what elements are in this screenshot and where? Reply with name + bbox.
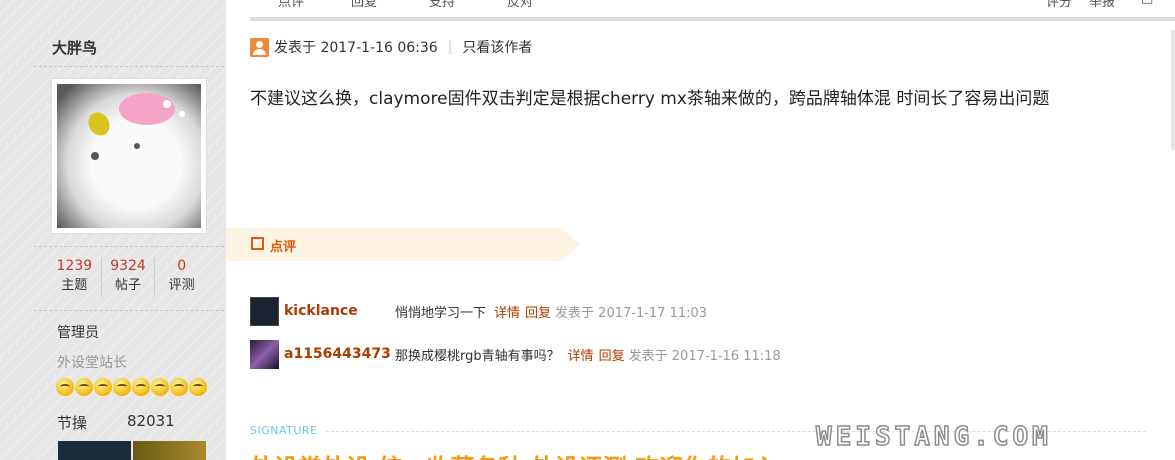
divider bbox=[34, 246, 224, 247]
comment-item: a1156443473 那换成樱桃rgb青轴有事吗？ 详情 回复 发表于 201… bbox=[250, 339, 1150, 369]
divider bbox=[34, 66, 224, 67]
rank-face-icon bbox=[94, 378, 112, 396]
divider bbox=[34, 310, 224, 311]
rank-face-icon bbox=[75, 378, 93, 396]
signature-text[interactable]: 外设堂外设 统一收藏各种 外设评测 欢迎你的加入 bbox=[250, 448, 779, 460]
rank-face-icon bbox=[170, 378, 188, 396]
dianzan-button[interactable]: 点评 bbox=[278, 0, 304, 10]
post-meta: 发表于 2017-1-16 06:36 | 只看该作者 bbox=[250, 37, 532, 57]
stat-value: 0 bbox=[177, 258, 187, 274]
avatar-image bbox=[57, 84, 201, 228]
author-sidebar: 大胖鸟 1239 主题 9324 帖子 0 评测 管理员 外设堂站长 节操 82… bbox=[0, 0, 226, 460]
comment-reply-link[interactable]: 回复 bbox=[599, 345, 625, 364]
comment-box-icon bbox=[251, 237, 264, 250]
stat-reviews[interactable]: 0 评测 bbox=[155, 257, 208, 297]
comment-text: 悄悄地学习一下 bbox=[395, 305, 487, 321]
rank-face-icon bbox=[189, 378, 207, 396]
post-content: 不建议这么换，claymore固件双击判定是根据cherry mx茶轴来做的，跨… bbox=[250, 89, 1050, 109]
rank-face-icon bbox=[151, 378, 169, 396]
rank-face-icon bbox=[113, 378, 131, 396]
author-subrole: 外设堂站长 bbox=[57, 355, 127, 371]
comment-time: 发表于 2017-1-17 11:03 bbox=[555, 305, 708, 321]
author-avatar[interactable] bbox=[51, 78, 207, 234]
comment-avatar[interactable] bbox=[250, 296, 279, 326]
oppose-button[interactable]: 反对 bbox=[507, 0, 533, 10]
comment-user[interactable]: a1156443473 bbox=[284, 346, 395, 362]
report-button[interactable]: 举报 bbox=[1089, 0, 1115, 10]
dianping-label: 点评 bbox=[270, 240, 297, 255]
stat-topics[interactable]: 1239 主题 bbox=[48, 257, 102, 297]
rank-icons bbox=[56, 378, 207, 396]
rank-face-icon bbox=[56, 378, 74, 396]
comment-time: 发表于 2017-1-16 11:18 bbox=[628, 348, 781, 364]
user-icon bbox=[250, 37, 269, 57]
comment-detail-link[interactable]: 详情 bbox=[568, 345, 594, 364]
stat-value: 1239 bbox=[56, 258, 93, 274]
author-name[interactable]: 大胖鸟 bbox=[52, 37, 97, 58]
support-button[interactable]: 支持 bbox=[429, 0, 455, 10]
stat-label: 主题 bbox=[61, 278, 88, 293]
comment-detail-link[interactable]: 详情 bbox=[494, 302, 520, 321]
comment-reply-link[interactable]: 回复 bbox=[525, 302, 551, 321]
meta-separator: | bbox=[447, 39, 453, 55]
stat-label: 评测 bbox=[168, 278, 195, 293]
signature-label: SIGNATURE bbox=[250, 424, 318, 437]
scroll-edge bbox=[1171, 30, 1175, 150]
rank-face-icon bbox=[132, 378, 150, 396]
stat-posts[interactable]: 9324 帖子 bbox=[102, 257, 156, 297]
reply-button[interactable]: 回复 bbox=[351, 0, 377, 10]
post-main: 点评 回复 支持 反对 评分 举报 □ 发表于 2017-1-16 06:36 … bbox=[226, 0, 1175, 460]
credit-label: 节操 bbox=[57, 414, 88, 432]
post-divider bbox=[250, 17, 1175, 21]
post-time: 发表于 2017-1-16 06:36 bbox=[274, 40, 438, 56]
medal-image[interactable] bbox=[133, 441, 206, 460]
prev-post-actions: 点评 回复 支持 反对 评分 举报 □ bbox=[226, 0, 1175, 10]
avatar-illustration bbox=[88, 93, 185, 160]
credit-value: 82031 bbox=[127, 412, 175, 430]
stat-value: 9324 bbox=[110, 258, 146, 274]
author-stats: 1239 主题 9324 帖子 0 评测 bbox=[48, 257, 208, 297]
comment-item: kicklance 悄悄地学习一下 详情 回复 发表于 2017-1-17 11… bbox=[250, 296, 1150, 326]
site-watermark: WEISTANG.COM bbox=[815, 421, 1052, 453]
only-author-link[interactable]: 只看该作者 bbox=[462, 37, 532, 57]
comment-user[interactable]: kicklance bbox=[284, 303, 395, 319]
author-role[interactable]: 管理员 bbox=[57, 322, 99, 342]
comment-text: 那换成樱桃rgb青轴有事吗？ bbox=[395, 348, 560, 364]
stat-label: 帖子 bbox=[115, 278, 142, 293]
medal-image[interactable] bbox=[58, 441, 131, 460]
comment-avatar[interactable] bbox=[250, 339, 279, 369]
rate-button[interactable]: 评分 bbox=[1046, 0, 1072, 10]
back-top-button[interactable]: □ bbox=[1141, 0, 1153, 6]
